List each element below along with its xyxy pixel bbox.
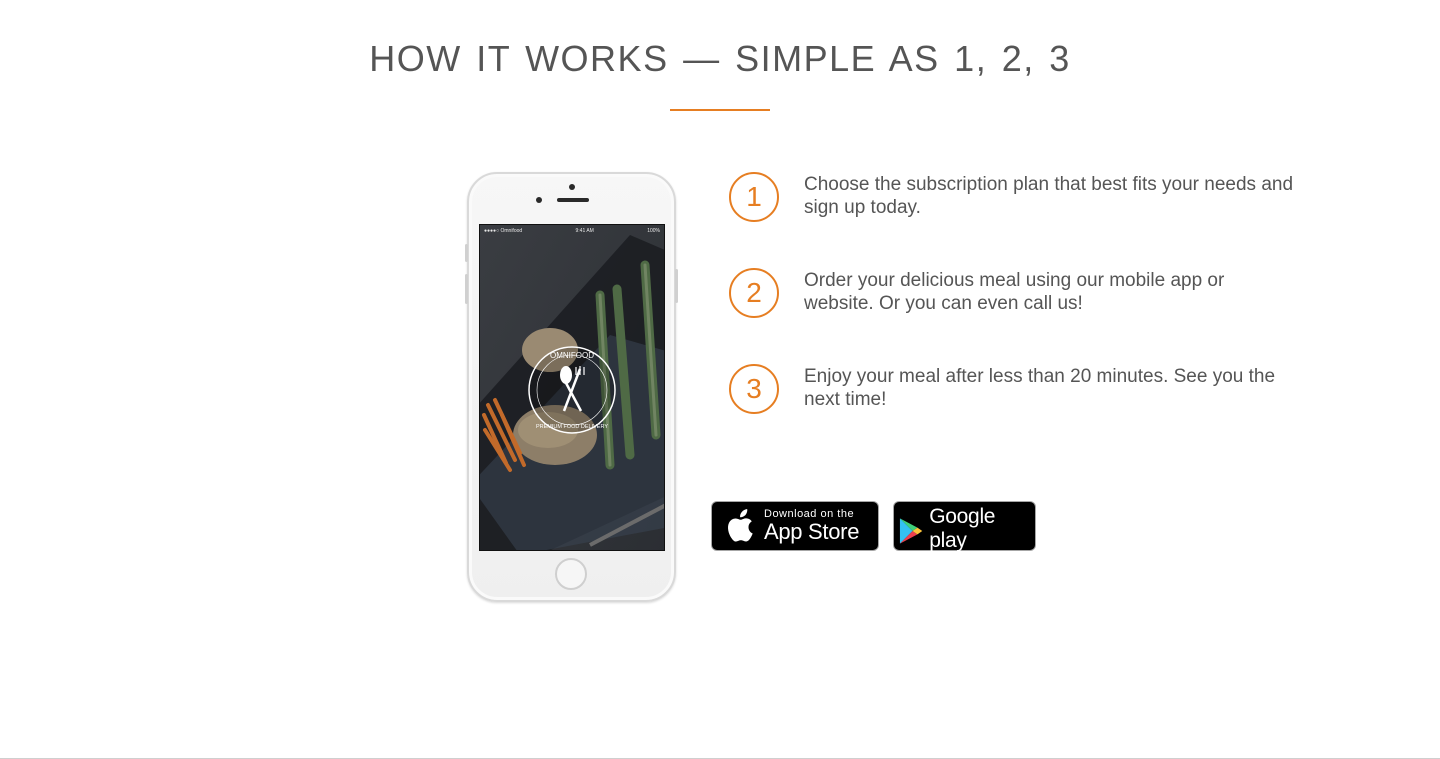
phone-mute-button [465, 244, 468, 262]
phone-mockup: ●●●●○ Omnifood 9:41 AM 100% OMNIFOOD PRE… [465, 172, 678, 602]
phone-volume-up [465, 274, 468, 304]
app-store-button[interactable]: Download on the App Store [711, 501, 879, 551]
step-text: Order your delicious meal using our mobi… [804, 270, 1225, 314]
google-play-big-text: Google play [929, 505, 996, 552]
logo-top-text: OMNIFOOD [550, 351, 594, 360]
apple-icon [728, 509, 753, 542]
google-play-button[interactable]: GET IT ON Google play [893, 493, 1036, 552]
step-item: 1 Choose the subscription plan that best… [729, 172, 1309, 232]
status-carrier: ●●●●○ Omnifood [484, 228, 523, 234]
google-play-small-text: GET IT ON [929, 493, 984, 504]
phone-sensor [569, 184, 575, 190]
section-title: HOW IT WORKS — SIMPLE AS 1, 2, 3 [369, 38, 1071, 79]
app-screen: ●●●●○ Omnifood 9:41 AM 100% OMNIFOOD PRE… [479, 224, 665, 551]
status-bar: ●●●●○ Omnifood 9:41 AM 100% [480, 225, 664, 237]
title-divider [670, 109, 770, 111]
phone-front-camera [536, 197, 542, 203]
status-time: 9:41 AM [575, 228, 594, 234]
step-number: 3 [729, 364, 779, 414]
step-text: Choose the subscription plan that best f… [804, 174, 1294, 218]
step-text: Enjoy your meal after less than 20 minut… [804, 366, 1276, 410]
status-battery: 100% [647, 228, 660, 234]
logo-bottom-text: PREMIUM FOOD DELIVERY [536, 424, 608, 430]
app-splash-image: OMNIFOOD PREMIUM FOOD DELIVERY [480, 225, 664, 550]
app-store-big-text: App Store [764, 519, 860, 544]
how-it-works-section: HOW IT WORKS — SIMPLE AS 1, 2, 3 ●●●●○ O… [0, 0, 1440, 759]
google-play-icon [899, 518, 923, 544]
step-number: 1 [729, 172, 779, 222]
step-number: 2 [729, 268, 779, 318]
step-item: 3 Enjoy your meal after less than 20 min… [729, 364, 1309, 424]
phone-speaker [557, 198, 589, 202]
step-item: 2 Order your delicious meal using our mo… [729, 268, 1309, 328]
phone-home-button [555, 558, 587, 590]
phone-power-button [675, 269, 678, 303]
